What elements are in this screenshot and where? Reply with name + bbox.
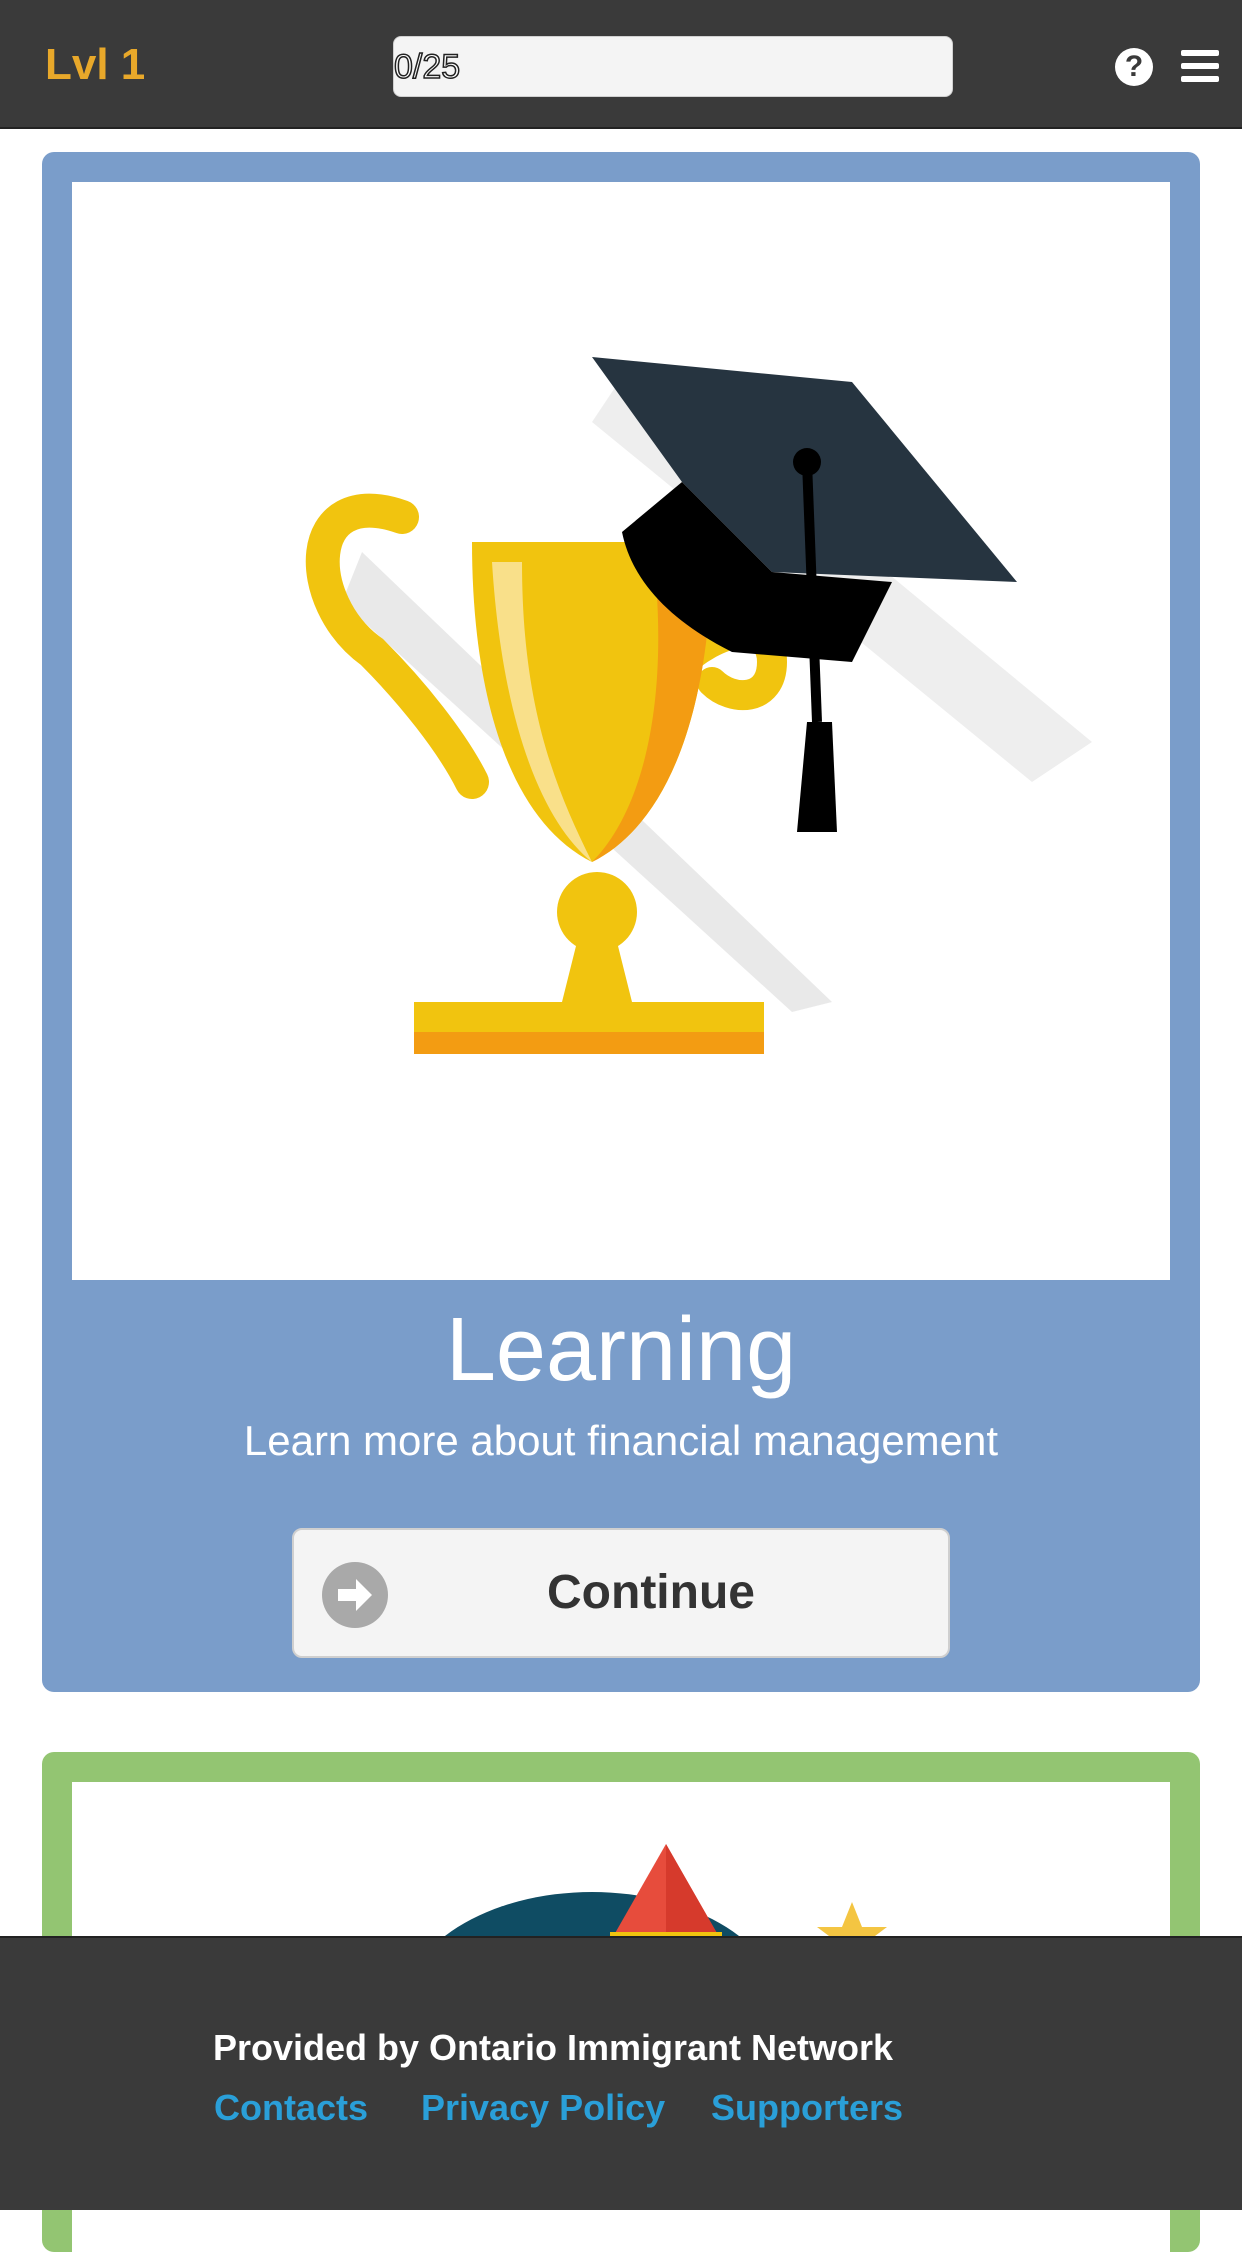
learning-card: Learning Learn more about financial mana… (42, 152, 1200, 1692)
hamburger-menu-icon[interactable] (1181, 50, 1219, 82)
card-image (72, 182, 1170, 1280)
top-bar: Lvl 1 0/25 ? (0, 0, 1242, 129)
progress-bar: 0/25 (393, 36, 953, 97)
footer: Provided by Ontario Immigrant Network Co… (0, 1936, 1242, 2210)
contacts-link[interactable]: Contacts (214, 2086, 368, 2130)
card-title: Learning (445, 1300, 797, 1400)
question-circle-icon[interactable]: ? (1115, 48, 1153, 86)
trophy-graduation-cap-illustration (305, 357, 1092, 1054)
continue-button[interactable]: Continue (292, 1528, 950, 1658)
supporters-link[interactable]: Supporters (711, 2086, 903, 2130)
progress-text: 0/25 (393, 47, 461, 87)
continue-label: Continue (547, 1566, 755, 1619)
privacy-policy-link[interactable]: Privacy Policy (421, 2086, 665, 2130)
level-label: Lvl 1 (45, 40, 146, 89)
provider-text: Provided by Ontario Immigrant Network (212, 2027, 894, 2068)
card-subtitle: Learn more about financial management (243, 1417, 999, 1464)
